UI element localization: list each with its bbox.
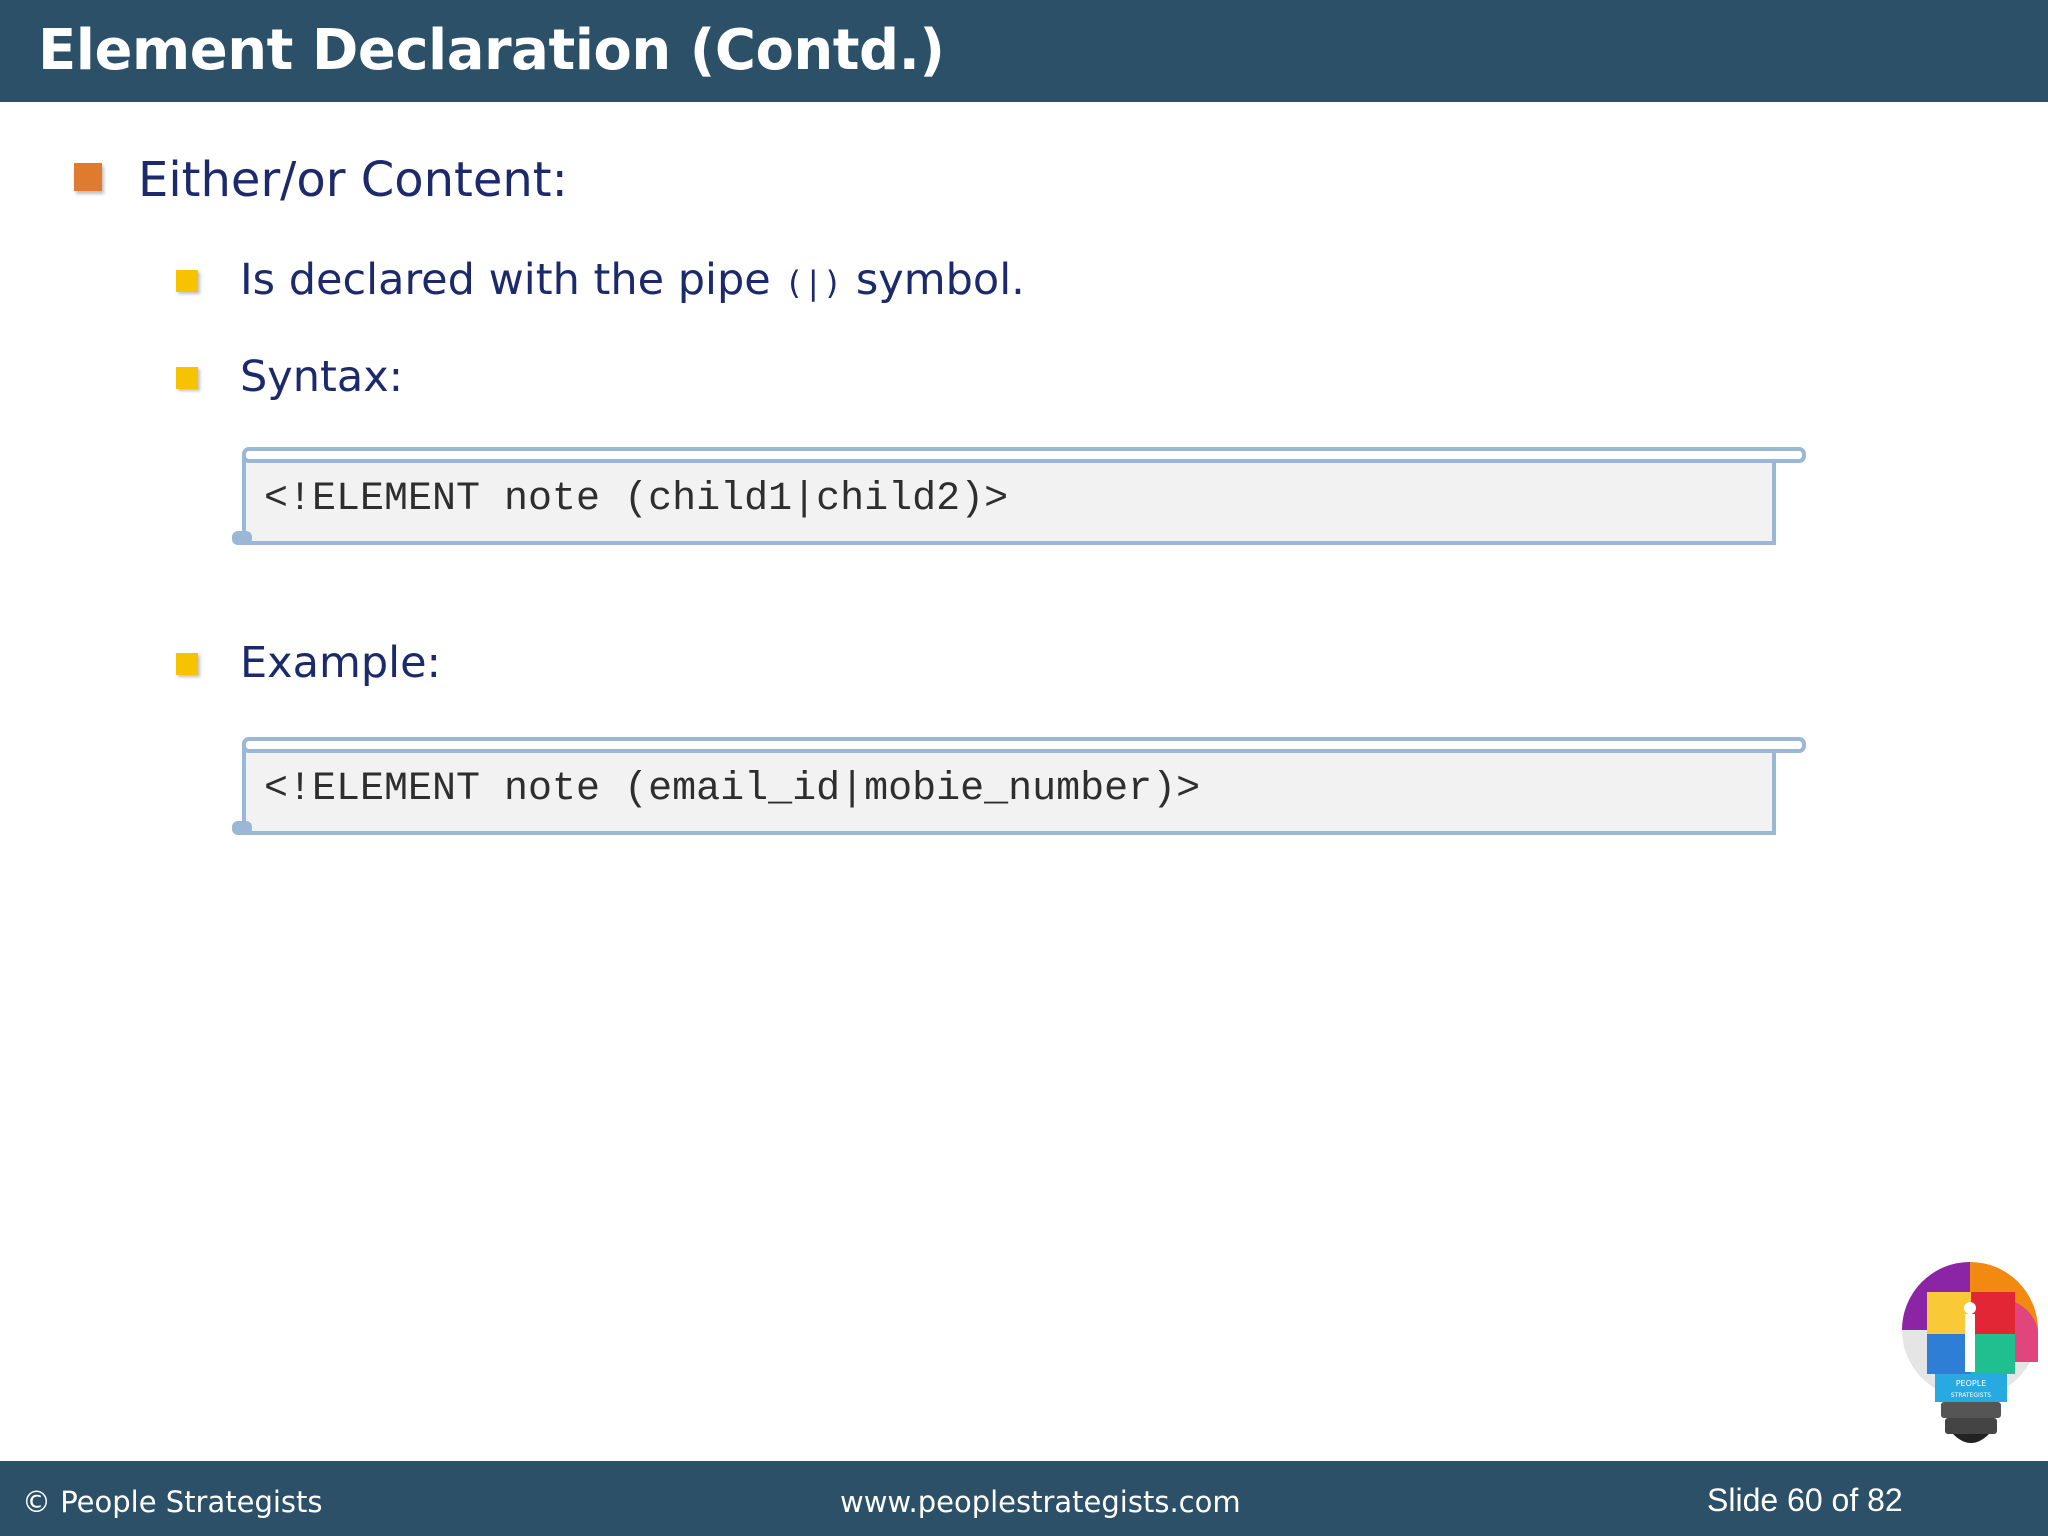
example-code: <!ELEMENT note (email_id|mobie_number)> xyxy=(264,767,1201,812)
bullet-square-icon xyxy=(176,270,198,292)
example-code-box: <!ELEMENT note (email_id|mobie_number)> xyxy=(230,737,1806,837)
heading-either-or: Either/or Content: xyxy=(138,152,568,208)
logo-text-line1: PEOPLE xyxy=(1956,1379,1987,1388)
footer-copyright: © People Strategists xyxy=(22,1485,323,1519)
slide-title: Element Declaration (Contd.) xyxy=(38,18,945,83)
point-text-after: symbol. xyxy=(842,255,1025,305)
syntax-label: Syntax: xyxy=(240,352,404,402)
bullet-square-icon xyxy=(176,653,198,675)
syntax-code-box: <!ELEMENT note (child1|child2)> xyxy=(230,447,1806,547)
bullet-square-icon xyxy=(176,367,198,389)
logo-text-line2: STRATEGISTS xyxy=(1951,1392,1991,1399)
example-label: Example: xyxy=(240,638,442,688)
point-text-before: Is declared with the pipe xyxy=(240,255,785,305)
slide-counter: Slide 60 of 82 xyxy=(1707,1482,1903,1518)
syntax-code: <!ELEMENT note (child1|child2)> xyxy=(264,477,1009,522)
bullet-square-icon xyxy=(74,163,102,191)
lightbulb-puzzle-icon: PEOPLE STRATEGISTS xyxy=(1902,1262,2038,1443)
title-bar: Element Declaration (Contd.) xyxy=(0,0,2048,102)
footer-website: www.peoplestrategists.com xyxy=(840,1485,1241,1519)
point-pipe-symbol: Is declared with the pipe (|) symbol. xyxy=(240,255,1025,305)
pipe-code: (|) xyxy=(784,264,843,302)
